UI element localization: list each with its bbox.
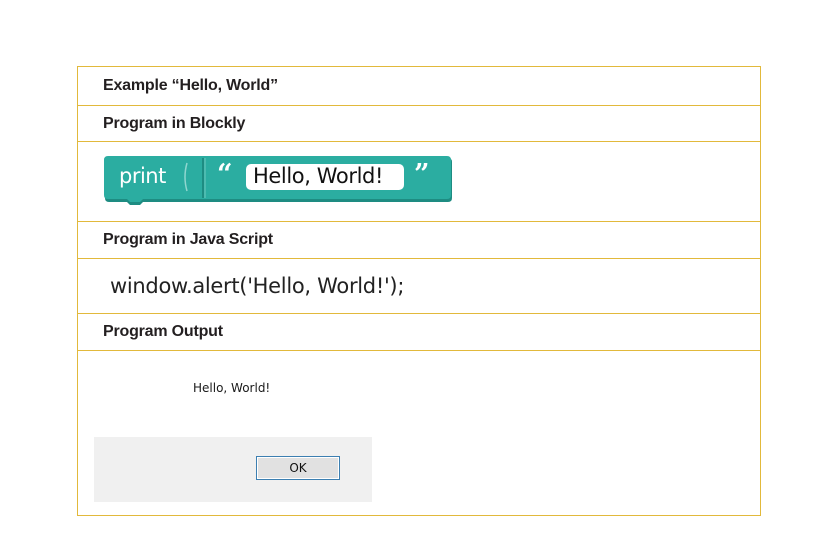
output-heading: Program Output xyxy=(103,323,223,340)
blockly-heading-row: Program in Blockly xyxy=(78,106,760,142)
string-value-text: Hello, World! xyxy=(253,164,383,188)
blockly-program-row: print “ Hello, World! ” xyxy=(78,142,760,222)
close-quote-icon: ” xyxy=(414,159,430,190)
javascript-program-row: window.alert('Hello, World!'); xyxy=(78,259,760,314)
javascript-heading: Program in Java Script xyxy=(103,231,273,248)
example-title: Example “Hello, World” xyxy=(103,77,278,94)
alert-button-bar: OK xyxy=(94,437,372,502)
alert-message: Hello, World! xyxy=(193,381,271,395)
example-title-row: Example “Hello, World” xyxy=(78,67,760,106)
blockly-heading: Program in Blockly xyxy=(103,114,246,132)
javascript-code: window.alert('Hello, World!'); xyxy=(110,274,405,298)
ok-button[interactable]: OK xyxy=(256,456,340,480)
string-value-field[interactable]: Hello, World! xyxy=(246,164,404,190)
blockly-print-block[interactable]: print “ Hello, World! ” xyxy=(103,155,454,205)
output-heading-row: Program Output xyxy=(78,314,760,351)
print-block-label: print xyxy=(119,164,166,188)
open-quote-icon: “ xyxy=(217,159,233,190)
hello-world-example-table: Example “Hello, World” Program in Blockl… xyxy=(77,66,761,516)
program-output-row: Hello, World! OK xyxy=(78,351,760,515)
javascript-heading-row: Program in Java Script xyxy=(78,222,760,259)
